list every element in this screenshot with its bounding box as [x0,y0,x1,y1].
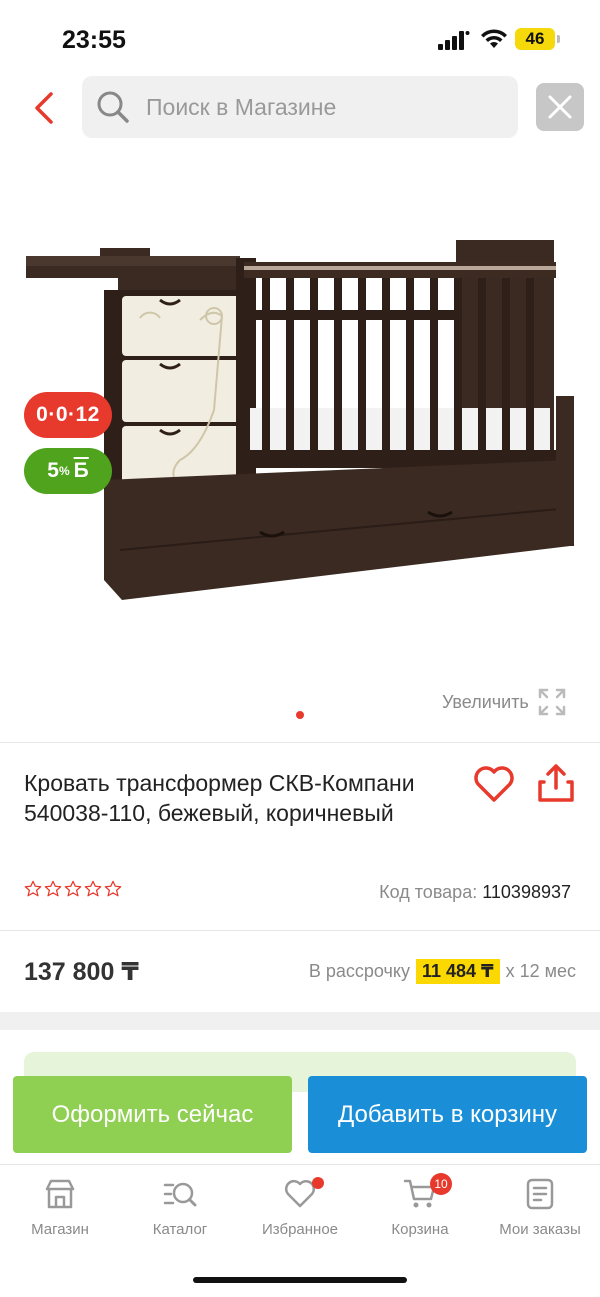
chevron-left-icon [35,92,53,124]
orders-icon [526,1178,554,1210]
search-input[interactable] [146,93,486,121]
add-to-cart-button[interactable]: Добавить в корзину [308,1076,587,1153]
signal-icon [438,31,470,50]
favorites-notification-dot [312,1177,324,1189]
status-bar: 23:55 46 [0,0,600,74]
bonus-letter: Б [73,459,89,482]
star-icon[interactable] [44,880,62,898]
divider [0,930,600,931]
tab-catalog[interactable]: Каталог [120,1177,240,1247]
installment-prefix: В рассрочку [308,961,410,981]
star-icon[interactable] [24,880,42,898]
home-indicator [193,1277,407,1283]
product-price: 137 800 ₸ [24,958,139,986]
tab-cart[interactable]: 10 Корзина [360,1173,480,1247]
checkout-now-button[interactable]: Оформить сейчас [13,1076,292,1153]
search-icon [97,91,129,123]
product-title: Кровать трансформер СКВ-Компани 540038-1… [24,770,415,826]
close-button[interactable] [536,83,584,131]
star-icon[interactable] [84,880,102,898]
installment-info[interactable]: В рассрочку 11 484 ₸ х 12 мес [309,959,576,984]
share-icon[interactable] [536,762,576,804]
tab-shop[interactable]: Магазин [0,1177,120,1247]
back-button[interactable] [24,88,64,128]
tab-label: Мои заказы [499,1221,581,1238]
favorite-heart-icon[interactable] [472,764,516,804]
zoom-label: Увеличить [442,691,529,712]
expand-icon [538,688,566,716]
section-separator [0,1012,600,1030]
installment-suffix: х 12 мес [505,961,576,981]
divider [0,742,600,743]
tab-label: Каталог [152,1221,208,1238]
sku: Код товара: 110398937 [379,882,571,903]
sku-label: Код товара: [379,882,478,902]
product-image[interactable] [0,150,600,730]
bonus-percent: 5 [47,459,59,482]
tab-orders[interactable]: Мои заказы [480,1177,600,1247]
header [0,74,600,142]
close-icon [548,95,572,119]
gallery-dot-active[interactable] [296,711,304,719]
star-icon[interactable] [64,880,82,898]
bonus-unit: % [58,464,70,478]
cart-count-badge: 10 [430,1173,452,1195]
sku-value: 110398937 [482,882,571,902]
status-time: 23:55 [62,26,126,54]
battery-indicator: 46 [515,28,560,50]
search-box[interactable] [82,76,518,138]
rating-stars[interactable] [24,880,122,898]
tab-label: Корзина [391,1221,449,1238]
zoom-button[interactable]: Увеличить [442,686,567,718]
installment-amount: 11 484 ₸ [415,959,500,984]
bonus-badge: 5% Б [24,448,112,494]
wifi-icon [481,29,507,48]
catalog-search-icon [163,1182,197,1207]
tab-label: Избранное [261,1221,339,1238]
installment-badge: 0·0·12 [24,392,112,438]
tab-favorites[interactable]: Избранное [240,1177,360,1247]
shop-icon [45,1179,75,1209]
tab-label: Магазин [31,1221,89,1238]
star-icon[interactable] [104,880,122,898]
